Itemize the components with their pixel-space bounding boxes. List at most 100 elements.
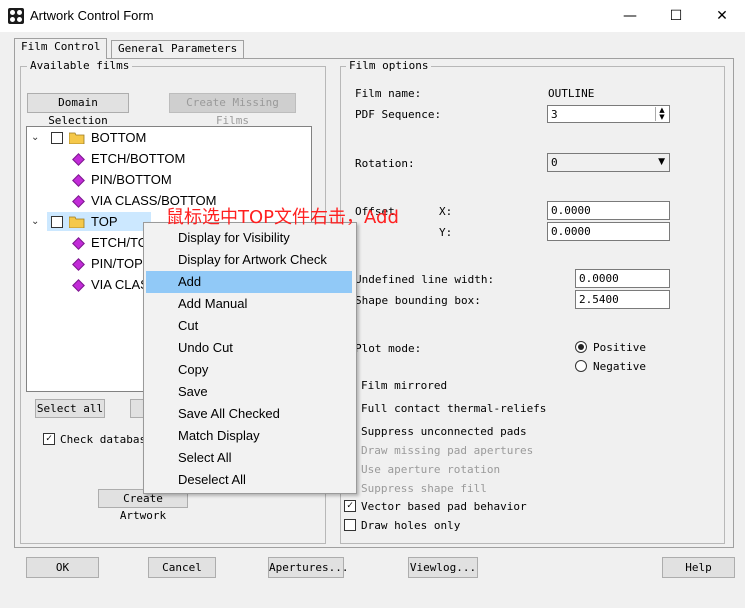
full-contact-option[interactable]: Full contact thermal-reliefs bbox=[344, 402, 644, 416]
select-all-button[interactable]: Select all bbox=[35, 399, 105, 418]
film-name-label: Film name: bbox=[355, 87, 422, 100]
close-icon: ✕ bbox=[716, 8, 728, 24]
suppress-shape-fill-label: Suppress shape fill bbox=[361, 482, 487, 495]
draw-missing-option: Draw missing pad apertures bbox=[344, 444, 644, 458]
dropdown-arrow-icon: ▼ bbox=[658, 157, 665, 167]
suppress-unconnected-label: Suppress unconnected pads bbox=[361, 425, 527, 438]
negative-radio[interactable] bbox=[575, 360, 587, 372]
draw-holes-only-checkbox[interactable] bbox=[344, 519, 356, 531]
viewlog-button[interactable]: Viewlog... bbox=[408, 557, 478, 578]
chevron-down-icon[interactable]: ⌄ bbox=[31, 127, 39, 148]
rotation-value: 0 bbox=[551, 156, 558, 169]
use-aperture-rotation-option: Use aperture rotation bbox=[344, 463, 644, 477]
menu-item-cut[interactable]: Cut bbox=[146, 315, 352, 337]
app-icon bbox=[8, 8, 24, 24]
vector-based-checkbox[interactable]: ✓ bbox=[344, 500, 356, 512]
maximize-button[interactable]: ☐ bbox=[653, 0, 699, 32]
rotation-select[interactable]: 0 ▼ bbox=[547, 153, 670, 172]
positive-radio[interactable] bbox=[575, 341, 587, 353]
menu-item-select-all[interactable]: Select All bbox=[146, 447, 352, 469]
plot-mode-label: Plot mode: bbox=[355, 342, 422, 355]
minimize-button[interactable]: — bbox=[607, 0, 653, 32]
tab-label: Film Control bbox=[21, 40, 101, 53]
domain-selection-button[interactable]: Domain Selection bbox=[27, 93, 129, 127]
plot-mode-negative[interactable]: Negative bbox=[575, 360, 675, 374]
draw-missing-label: Draw missing pad apertures bbox=[361, 444, 534, 457]
create-missing-films-button[interactable]: Create Missing Films bbox=[169, 93, 296, 127]
shape-bounding-box-label: Shape bounding box: bbox=[355, 294, 481, 307]
menu-item-display-artwork-check[interactable]: Display for Artwork Check bbox=[146, 249, 352, 271]
draw-holes-only-label: Draw holes only bbox=[361, 519, 461, 532]
tree-label: PIN/BOTTOM bbox=[91, 172, 172, 187]
window-title: Artwork Control Form bbox=[30, 8, 154, 23]
tree-label: PIN/TOP bbox=[91, 256, 143, 271]
apertures-button[interactable]: Apertures... bbox=[268, 557, 348, 578]
close-button[interactable]: ✕ bbox=[699, 0, 745, 32]
menu-item-undo-cut[interactable]: Undo Cut bbox=[146, 337, 352, 359]
film-checkbox[interactable] bbox=[51, 216, 63, 228]
menu-item-deselect-all[interactable]: Deselect All bbox=[146, 469, 352, 491]
folder-open-icon bbox=[69, 216, 85, 228]
tree-row-etch-bottom[interactable]: ETCH/BOTTOM bbox=[27, 148, 311, 169]
tree-row-bottom[interactable]: ⌄ BOTTOM bbox=[27, 127, 311, 148]
menu-item-match-display[interactable]: Match Display bbox=[146, 425, 352, 447]
vector-based-option[interactable]: ✓ Vector based pad behavior bbox=[344, 500, 644, 514]
film-options-label: Film options bbox=[346, 59, 432, 72]
suppress-shape-fill-option: Suppress shape fill bbox=[344, 482, 644, 496]
vector-based-label: Vector based pad behavior bbox=[361, 500, 527, 513]
tab-label: General Parameters bbox=[118, 42, 238, 55]
offset-x-input[interactable]: 0.0000 bbox=[547, 201, 670, 220]
pdf-sequence-spinner[interactable]: 3 ▲ ▼ bbox=[547, 105, 670, 123]
annotation-text: 鼠标选中TOP文件右击，Add bbox=[166, 207, 399, 228]
film-checkbox[interactable] bbox=[51, 132, 63, 144]
available-films-label: Available films bbox=[27, 59, 133, 72]
tree-label: ETCH/BOTTOM bbox=[91, 151, 186, 166]
tree-row-pin-bottom[interactable]: PIN/BOTTOM bbox=[27, 169, 311, 190]
menu-item-save-all-checked[interactable]: Save All Checked bbox=[146, 403, 352, 425]
chevron-down-icon[interactable]: ⌄ bbox=[31, 211, 39, 232]
layer-icon bbox=[72, 195, 85, 208]
ok-button[interactable]: OK bbox=[26, 557, 99, 578]
layer-icon bbox=[72, 153, 85, 166]
offset-y-input[interactable]: 0.0000 bbox=[547, 222, 670, 241]
undefined-line-width-label: Undefined line width: bbox=[355, 273, 495, 286]
undefined-line-width-input[interactable]: 0.0000 bbox=[575, 269, 670, 288]
rotation-label: Rotation: bbox=[355, 157, 415, 170]
layer-icon bbox=[72, 174, 85, 187]
menu-item-save[interactable]: Save bbox=[146, 381, 352, 403]
menu-item-display-visibility[interactable]: Display for Visibility bbox=[146, 227, 352, 249]
spin-arrows-icon[interactable]: ▲ ▼ bbox=[655, 107, 668, 121]
menu-item-add-manual[interactable]: Add Manual bbox=[146, 293, 352, 315]
film-mirrored-label: Film mirrored bbox=[361, 379, 448, 392]
positive-label: Positive bbox=[593, 341, 646, 354]
tab-general-parameters[interactable]: General Parameters bbox=[111, 40, 245, 58]
film-mirrored-option[interactable]: Film mirrored bbox=[344, 379, 644, 393]
folder-open-icon bbox=[69, 132, 85, 144]
maximize-icon: ☐ bbox=[669, 8, 683, 24]
menu-item-copy[interactable]: Copy bbox=[146, 359, 352, 381]
menu-item-add[interactable]: Add bbox=[146, 271, 352, 293]
negative-label: Negative bbox=[593, 360, 646, 373]
tree-label: VIA CLAS bbox=[91, 277, 149, 292]
shape-bounding-box-input[interactable]: 2.5400 bbox=[575, 290, 670, 309]
tree-label: TOP bbox=[91, 214, 118, 229]
tab-film-control[interactable]: Film Control bbox=[14, 38, 108, 59]
layer-icon bbox=[72, 279, 85, 292]
tree-label: ETCH/TO bbox=[91, 235, 148, 250]
check-database-checkbox[interactable]: ✓ bbox=[43, 433, 55, 445]
cancel-button[interactable]: Cancel bbox=[148, 557, 216, 578]
tree-label: BOTTOM bbox=[91, 130, 147, 145]
title-bar: Artwork Control Form — ☐ ✕ bbox=[0, 0, 745, 32]
help-button[interactable]: Help bbox=[662, 557, 735, 578]
plot-mode-positive[interactable]: Positive bbox=[575, 341, 675, 355]
draw-holes-only-option[interactable]: Draw holes only bbox=[344, 519, 644, 533]
pdf-sequence-label: PDF Sequence: bbox=[355, 108, 442, 121]
offset-x-label: X: bbox=[439, 205, 453, 218]
layer-icon bbox=[72, 258, 85, 271]
offset-y-label: Y: bbox=[439, 226, 453, 239]
film-name-value: OUTLINE bbox=[548, 87, 595, 100]
context-menu: Display for Visibility Display for Artwo… bbox=[143, 222, 357, 494]
use-aperture-rotation-label: Use aperture rotation bbox=[361, 463, 501, 476]
layer-icon bbox=[72, 237, 85, 250]
suppress-unconnected-option[interactable]: Suppress unconnected pads bbox=[344, 425, 644, 439]
